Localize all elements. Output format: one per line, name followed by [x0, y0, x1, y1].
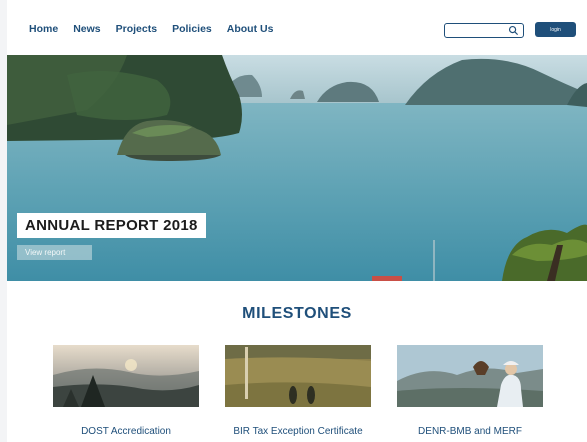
milestone-card-denr[interactable]: DENR-BMB and MERF [397, 345, 543, 437]
milestone-card-dost[interactable]: DOST Accredication [53, 345, 199, 437]
page: Home News Projects Policies About Us log… [7, 0, 587, 442]
view-report-button[interactable]: View report [17, 245, 92, 260]
milestone-label-dost: DOST Accredication [81, 426, 171, 437]
milestone-card-bir[interactable]: BIR Tax Exception Certificate [225, 345, 371, 437]
top-navigation: Home News Projects Policies About Us log… [7, 0, 587, 55]
nav-link-news[interactable]: News [73, 23, 100, 35]
nav-link-home[interactable]: Home [29, 23, 58, 35]
nav-link-about-us[interactable]: About Us [227, 23, 274, 35]
milestone-image-mountain-mist [53, 345, 199, 407]
milestone-label-bir: BIR Tax Exception Certificate [233, 426, 363, 437]
nav-links: Home News Projects Policies About Us [29, 23, 273, 35]
milestone-image-grassland [225, 345, 371, 407]
milestone-label-denr: DENR-BMB and MERF [418, 426, 522, 437]
milestone-image-falconer [397, 345, 543, 407]
nav-link-projects[interactable]: Projects [116, 23, 157, 35]
milestones-heading: MILESTONES [242, 305, 352, 322]
hero-seascape-image [7, 55, 587, 281]
search-icon[interactable] [508, 25, 519, 36]
hero-title: ANNUAL REPORT 2018 [17, 213, 206, 238]
login-button[interactable]: login [535, 22, 576, 37]
search-input[interactable] [444, 23, 524, 38]
hero-banner: ANNUAL REPORT 2018 View report [7, 55, 587, 281]
nav-link-policies[interactable]: Policies [172, 23, 212, 35]
